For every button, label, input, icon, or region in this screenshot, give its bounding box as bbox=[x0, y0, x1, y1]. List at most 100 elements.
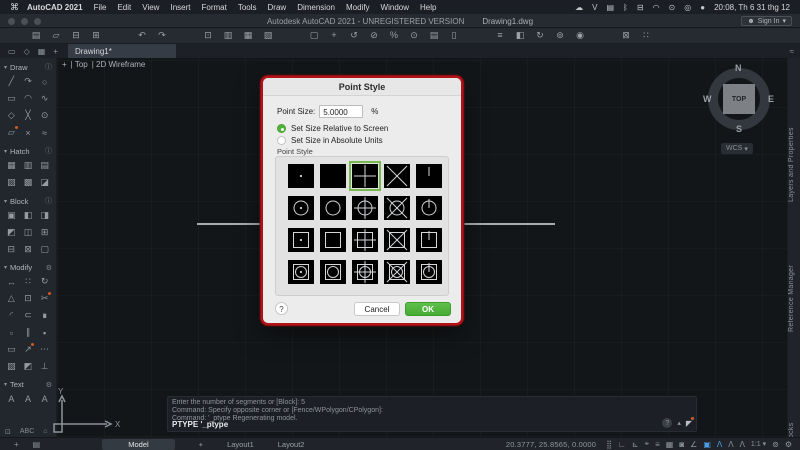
angle-icon[interactable]: ∠ bbox=[690, 440, 697, 449]
point-style-circle[interactable] bbox=[320, 196, 346, 220]
grid-snap-icon[interactable]: ⣿ bbox=[606, 440, 612, 449]
viewcube-south[interactable]: S bbox=[736, 124, 742, 134]
radio-unselected-icon[interactable] bbox=[277, 136, 286, 145]
lengthen-icon[interactable]: ↗ bbox=[20, 341, 37, 358]
menu-insert[interactable]: Insert bbox=[170, 3, 190, 12]
apple-menu-icon[interactable]: ⌘ bbox=[10, 2, 19, 13]
point-style-square-circle-cross[interactable] bbox=[384, 260, 410, 284]
orbit-icon[interactable]: ↺ bbox=[344, 30, 364, 41]
new-file-icon[interactable]: ▤ bbox=[26, 30, 46, 41]
align-icon[interactable]: ⊥ bbox=[36, 358, 53, 375]
viewport-control-top[interactable]: | Top bbox=[71, 60, 88, 69]
create-block-icon[interactable]: ◧ bbox=[20, 207, 37, 224]
scale-icon[interactable]: △ bbox=[3, 290, 20, 307]
break-icon[interactable]: ▭ bbox=[3, 341, 20, 358]
profile-icon[interactable]: ◉ bbox=[570, 30, 590, 41]
viewcube[interactable]: N W E S TOP bbox=[703, 63, 774, 134]
wcs-dropdown[interactable]: WCS ▾ bbox=[721, 143, 753, 154]
viewport-controls[interactable]: + | Top | 2D Wireframe bbox=[62, 60, 149, 69]
point-style-dot[interactable] bbox=[288, 164, 314, 188]
point-style-cross[interactable] bbox=[384, 164, 410, 188]
region-icon[interactable]: × bbox=[20, 124, 37, 141]
redo-icon[interactable]: ↷ bbox=[152, 30, 172, 41]
layout-list-icon[interactable]: ▤ bbox=[33, 440, 41, 449]
overkill-icon[interactable]: ◩ bbox=[20, 358, 37, 375]
polyline-icon[interactable]: ↷ bbox=[20, 73, 37, 90]
battery-icon[interactable]: ⊟ bbox=[637, 3, 644, 12]
control-center-icon[interactable]: ● bbox=[700, 3, 705, 12]
print-icon[interactable]: ⊡ bbox=[198, 30, 218, 41]
viewport-icon[interactable]: ▭ bbox=[8, 47, 16, 56]
revcloud-icon[interactable]: ≈ bbox=[36, 124, 53, 141]
select-window-icon[interactable]: ▢ bbox=[304, 30, 324, 41]
pan-icon[interactable]: + bbox=[324, 30, 344, 41]
menu-help[interactable]: Help bbox=[420, 3, 436, 12]
info-icon[interactable]: ⓘ bbox=[45, 146, 52, 156]
circle-icon[interactable]: ○ bbox=[36, 73, 53, 90]
tab-layout1[interactable]: Layout1 bbox=[227, 440, 254, 449]
viewport-control-+[interactable]: + bbox=[62, 60, 67, 69]
gear-icon[interactable]: ⚙ bbox=[46, 264, 52, 272]
menu-format[interactable]: Format bbox=[201, 3, 226, 12]
search-icon[interactable]: ⊙ bbox=[669, 3, 676, 12]
tab-new-layout[interactable]: + bbox=[199, 440, 203, 449]
rotate-icon[interactable]: ↻ bbox=[36, 273, 53, 290]
solid-fill-icon[interactable]: ◪ bbox=[36, 174, 53, 191]
cloud-icon[interactable]: ☁ bbox=[575, 3, 583, 12]
explode-icon[interactable]: ▪ bbox=[36, 324, 53, 341]
v-logo-icon[interactable]: V bbox=[592, 3, 597, 12]
zoom-icon[interactable]: ⊙ bbox=[404, 30, 424, 41]
menu-autocad-2021[interactable]: AutoCAD 2021 bbox=[27, 3, 83, 12]
ungroup-icon[interactable]: ∷ bbox=[636, 30, 656, 41]
wifi-icon[interactable]: ◠ bbox=[653, 3, 660, 12]
tab-model[interactable]: Model bbox=[102, 438, 175, 450]
snap-icon[interactable]: % bbox=[384, 30, 404, 41]
line-icon[interactable]: ╱ bbox=[3, 73, 20, 90]
sign-in-button[interactable]: ☻ Sign In ▾ bbox=[741, 16, 792, 26]
point-style-square-circle-dot[interactable] bbox=[288, 260, 314, 284]
join-icon[interactable]: ⊂ bbox=[20, 307, 37, 324]
trim-icon[interactable]: ✂ bbox=[36, 290, 53, 307]
publish-icon[interactable]: ▧ bbox=[258, 30, 278, 41]
point-style-square-tick[interactable] bbox=[416, 228, 442, 252]
rectangle-icon[interactable]: ▭ bbox=[3, 90, 20, 107]
xline-icon[interactable]: ╳ bbox=[20, 107, 37, 124]
command-line-panel[interactable]: Enter the number of segments or [Block]:… bbox=[167, 396, 697, 432]
point-style-blank[interactable] bbox=[320, 164, 346, 188]
settings-gear-icon[interactable]: ⚙ bbox=[785, 440, 792, 449]
polygon-icon[interactable]: ▱ bbox=[3, 124, 20, 141]
tag-icon[interactable]: ◫ bbox=[20, 224, 37, 241]
menu-modify[interactable]: Modify bbox=[346, 3, 370, 12]
point-style-square[interactable] bbox=[320, 228, 346, 252]
abc-check-icon[interactable]: ABC bbox=[20, 428, 34, 436]
polar-icon[interactable]: ⊾ bbox=[632, 440, 639, 449]
copy-icon[interactable]: ∷ bbox=[20, 273, 37, 290]
viewcube-north[interactable]: N bbox=[735, 63, 742, 73]
command-help-icon[interactable]: ? bbox=[662, 418, 673, 428]
arc-icon[interactable]: ◠ bbox=[20, 90, 37, 107]
array-icon[interactable]: ∎ bbox=[36, 307, 53, 324]
offset-icon[interactable]: ▫ bbox=[3, 324, 20, 341]
keyboard-icon[interactable]: ▤ bbox=[606, 3, 614, 12]
tab-reference-manager[interactable]: Reference Manager bbox=[788, 254, 800, 344]
panel-section-block[interactable]: ▾ Block ⓘ bbox=[0, 194, 56, 207]
share-icon[interactable]: ⊚ bbox=[550, 30, 570, 41]
open-file-icon[interactable]: ▱ bbox=[46, 30, 66, 41]
erase-icon[interactable]: ⊘ bbox=[364, 30, 384, 41]
layouts-grid-icon[interactable]: ▦ bbox=[38, 47, 46, 56]
xref-icon[interactable]: ↻ bbox=[530, 30, 550, 41]
sync-attr-icon[interactable]: ▢ bbox=[36, 241, 53, 258]
cancel-button[interactable]: Cancel bbox=[354, 302, 400, 316]
panel-section-hatch[interactable]: ▾ Hatch ⓘ bbox=[0, 144, 56, 157]
ellipse-icon[interactable]: ◇ bbox=[3, 107, 20, 124]
point-style-square-dot[interactable] bbox=[288, 228, 314, 252]
info-icon[interactable]: ⓘ bbox=[45, 196, 52, 206]
viewcube-east[interactable]: E bbox=[768, 94, 774, 104]
point-style-tick[interactable] bbox=[416, 164, 442, 188]
hatch-edit-icon[interactable]: ▥ bbox=[20, 157, 37, 174]
point-style-square-circle-plus[interactable] bbox=[352, 260, 378, 284]
spline-icon[interactable]: ∿ bbox=[36, 90, 53, 107]
annotation-visibility-icon[interactable]: Λ bbox=[717, 440, 722, 449]
insert-block-icon[interactable]: ◧ bbox=[510, 30, 530, 41]
single-text-icon[interactable]: A bbox=[20, 390, 37, 407]
